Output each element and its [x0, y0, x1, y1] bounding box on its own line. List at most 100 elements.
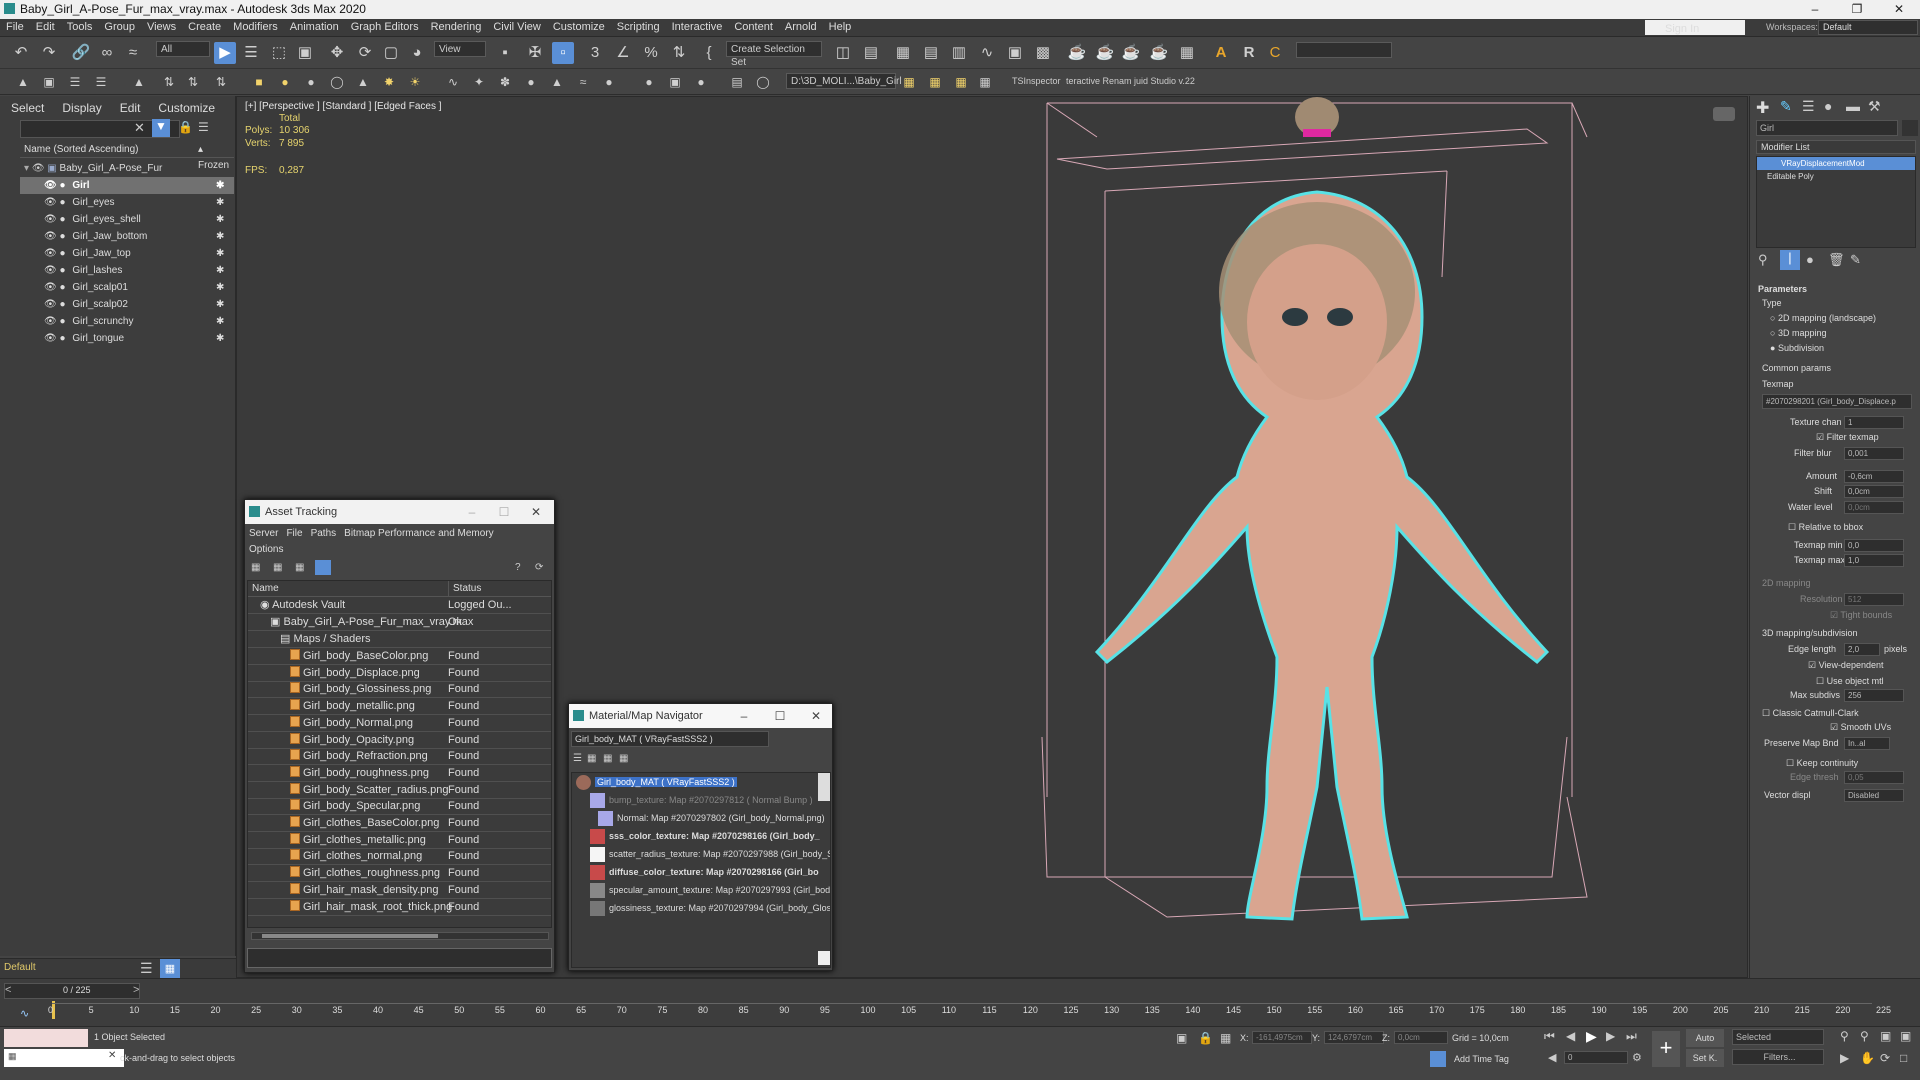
menu-content[interactable]: Content [728, 19, 779, 35]
create-light-icon[interactable]: ✸ [380, 73, 398, 91]
object-name-field[interactable]: Girl [1756, 120, 1898, 136]
menu-create[interactable]: Create [182, 19, 227, 35]
next-frame-icon[interactable]: ▶ [1606, 1029, 1615, 1043]
configure-modifier-sets-icon[interactable]: ✎ [1850, 252, 1861, 268]
vertical-scrollbar[interactable] [818, 773, 830, 801]
render-dot-icon[interactable]: ● [59, 231, 65, 242]
undo-icon[interactable]: ↶ [10, 42, 32, 64]
visibility-eye-icon[interactable]: 👁 [44, 197, 57, 208]
maximize-icon[interactable]: ☐ [765, 704, 795, 728]
window-crossing-icon[interactable]: ▣ [294, 42, 316, 64]
help-globe-icon[interactable]: ◯ [754, 73, 772, 91]
menu-bitmap-performance[interactable]: Bitmap Performance and Memory [344, 528, 494, 539]
scene-item-girl-eyes-shell[interactable]: 👁 ● Girl_eyes_shell ✱ [20, 211, 234, 228]
mirror-icon[interactable]: ◫ [832, 42, 854, 64]
freeze-icon[interactable]: ✱ [216, 313, 224, 330]
render-production-icon[interactable]: ☕ [1120, 42, 1142, 64]
render-iterative-icon[interactable]: ☕ [1148, 42, 1170, 64]
render-dot-icon[interactable]: ● [59, 333, 65, 344]
object-color-swatch[interactable] [1902, 120, 1918, 136]
keep-continuity-checkbox[interactable]: ☐ Keep continuity [1786, 758, 1858, 769]
asset-row-map[interactable]: Girl_hair_mask_density.png Found [248, 882, 551, 899]
percent-snap-icon[interactable]: % [640, 42, 662, 64]
resolution-spinner[interactable]: 512 [1844, 593, 1904, 606]
display-tab-icon[interactable]: ▬ [1846, 98, 1860, 114]
scene-item-girl[interactable]: 👁 ● Girl ✱ [20, 177, 234, 194]
tree-icon[interactable]: ▲ [548, 73, 566, 91]
set-key-button[interactable]: Set K. [1686, 1049, 1724, 1067]
zoom-icon[interactable]: ⚲ [1840, 1029, 1849, 1043]
remove-modifier-icon[interactable]: 🗑 [1828, 252, 1845, 268]
visibility-eye-icon[interactable]: 👁 [44, 248, 57, 259]
stack-item-editable-poly[interactable]: Editable Poly [1757, 170, 1915, 183]
field-of-view-icon[interactable]: ▶ [1840, 1051, 1849, 1065]
asset-row-map[interactable]: Girl_body_Normal.png Found [248, 715, 551, 732]
tab-display[interactable]: Display [51, 96, 108, 115]
selected-dropdown[interactable]: Selected [1732, 1029, 1824, 1045]
previous-frame-icon[interactable]: ◀ [1566, 1029, 1575, 1043]
render-icon[interactable]: ☕ [1066, 42, 1088, 64]
motion-tab-icon[interactable]: ● [1824, 98, 1832, 114]
map-row-sss-color[interactable]: sss_color_texture: Map #2070298166 (Girl… [590, 827, 830, 845]
create-selection-set-dropdown[interactable]: Create Selection Set [726, 41, 822, 68]
zoom-all-icon[interactable]: ⚲ [1860, 1029, 1869, 1043]
radio-subdivision[interactable]: ● Subdivision [1770, 343, 1824, 353]
absolute-mode-icon[interactable]: ▦ [1220, 1031, 1231, 1045]
render-setup-icon[interactable]: ▩ [1032, 42, 1054, 64]
ts-inspector-button[interactable]: TSInspector [1012, 76, 1061, 86]
hierarchy-icon[interactable]: ☰ [198, 120, 209, 134]
texmap-button[interactable]: #2070298201 (Girl_body_Displace.p [1762, 394, 1912, 409]
align-icon[interactable]: ▤ [860, 42, 882, 64]
asset-row-map[interactable]: Girl_body_metallic.png Found [248, 698, 551, 716]
key-filters-button[interactable]: Filters... [1732, 1049, 1824, 1065]
modifier-list-dropdown[interactable]: Modifier List [1756, 140, 1916, 154]
pin-stack-icon[interactable]: ⚲ [1758, 252, 1768, 268]
amount-spinner[interactable]: -0,6cm [1844, 470, 1904, 483]
mini-curve-editor-icon[interactable]: ∿ [20, 1007, 29, 1020]
schematic-view-icon[interactable]: ∿ [976, 42, 998, 64]
render-dot-icon[interactable]: ● [59, 282, 65, 293]
maximize-viewport-icon[interactable]: □ [1900, 1051, 1907, 1065]
texmap-max-spinner[interactable]: 1,0 [1844, 554, 1904, 567]
visibility-eye-icon[interactable]: 👁 [44, 265, 57, 276]
stack-item-vray-displacement[interactable]: VRayDisplacementMod [1757, 157, 1915, 170]
menu-interactive[interactable]: Interactive [666, 19, 729, 35]
freeze-icon[interactable]: ✱ [216, 296, 224, 313]
create-cone-icon[interactable]: ▲ [354, 73, 372, 91]
hierarchy-tab-icon[interactable]: ☰ [1802, 98, 1815, 115]
vector-displ-dropdown[interactable]: Disabled [1844, 789, 1904, 802]
particle-tool-icon[interactable]: ✦ [470, 73, 488, 91]
view-dependent-checkbox[interactable]: ☑ View-dependent [1808, 660, 1883, 671]
tab-select[interactable]: Select [0, 96, 51, 115]
name-column-header[interactable]: Name [252, 581, 279, 597]
texmap-min-spinner[interactable]: 0,0 [1844, 539, 1904, 552]
render-preset-dropdown[interactable] [1296, 42, 1392, 58]
layer-explorer-toggle-icon[interactable]: ▦ [160, 959, 180, 979]
pf-source-icon[interactable]: ✽ [496, 73, 514, 91]
render-grid-icon[interactable]: ▦ [1176, 42, 1198, 64]
ribbon-tool-1-icon[interactable]: ▲ [14, 73, 32, 91]
selection-region-icon[interactable]: ⬚ [268, 42, 290, 64]
tight-bounds-checkbox[interactable]: ☑ Tight bounds [1830, 610, 1892, 621]
classic-catmull-clark-checkbox[interactable]: ☐ Classic Catmull-Clark [1762, 708, 1859, 719]
radio-3d-mapping[interactable]: ○ 3D mapping [1770, 328, 1826, 338]
unlink-icon[interactable]: ∞ [96, 42, 118, 64]
relative-to-bbox-checkbox[interactable]: ☐ Relative to bbox [1788, 522, 1863, 533]
menu-animation[interactable]: Animation [284, 19, 345, 35]
snaps-toggle-icon[interactable]: 3 [584, 42, 606, 64]
arnold-ipr-icon[interactable]: C [1264, 42, 1286, 64]
scene-item-girl-scalp02[interactable]: 👁 ● Girl_scalp02 ✱ [20, 296, 234, 313]
texture-chan-spinner[interactable]: 1 [1844, 416, 1904, 429]
visibility-eye-icon[interactable]: 👁 [32, 163, 45, 174]
select-by-name-icon[interactable]: ☰ [240, 42, 262, 64]
visibility-eye-icon[interactable]: 👁 [44, 214, 57, 225]
edge-thresh-spinner[interactable]: 0,05 [1844, 771, 1904, 784]
filter-toggle-icon[interactable]: ▼ [152, 119, 170, 137]
asset-row-map[interactable]: Girl_clothes_roughness.png Found [248, 865, 551, 883]
curve-editor-icon[interactable]: ▥ [948, 42, 970, 64]
horizontal-scrollbar[interactable] [251, 932, 549, 940]
map-row-normal[interactable]: Normal: Map #2070297802 (Girl_body_Norma… [598, 809, 830, 827]
scale-icon[interactable]: ▢ [380, 42, 402, 64]
visibility-eye-icon[interactable]: 👁 [44, 231, 57, 242]
ribbon-tool-8-icon[interactable]: ⇅ [212, 73, 230, 91]
